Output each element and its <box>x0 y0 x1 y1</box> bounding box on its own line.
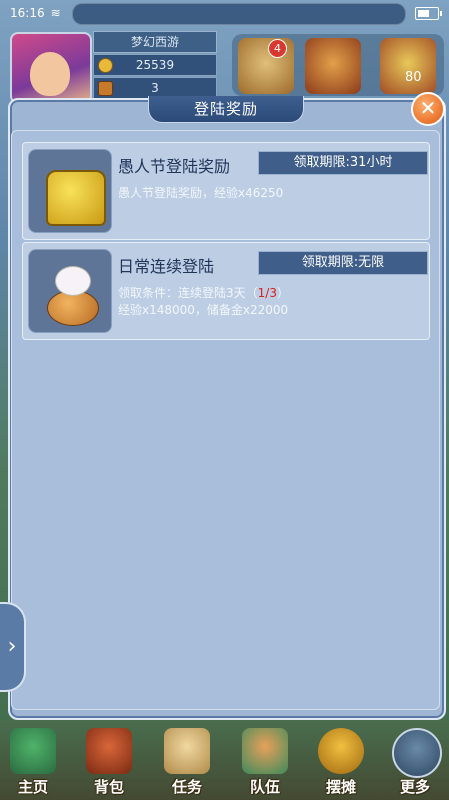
coin-stall-icon <box>318 728 364 774</box>
nav-label: 队伍 <box>249 778 280 796</box>
gold-chest-icon <box>46 170 106 226</box>
reward-deadline: 领取期限:无限 <box>258 251 428 275</box>
reward-icon-frame <box>28 249 112 333</box>
clock: 16:16 <box>10 6 45 20</box>
battery-icon <box>415 7 442 20</box>
nav-label: 任务 <box>171 778 202 796</box>
notification-badge: 4 <box>268 39 287 58</box>
gem-icon <box>98 81 113 96</box>
reward-card-april-fools[interactable]: 愚人节登陆奖励 领取期限:31小时 愚人节登陆奖励，经验x46250 <box>22 142 430 240</box>
more-icon <box>392 728 442 778</box>
gold-counter: 25539 <box>93 54 217 76</box>
reward-title: 日常连续登陆 <box>118 257 215 276</box>
gem-value: 3 <box>151 81 159 95</box>
login-progress: 1/3 <box>257 286 277 300</box>
nav-more[interactable]: 更多 <box>386 728 444 796</box>
nav-label: 主页 <box>17 778 48 796</box>
nav-label: 摆摊 <box>325 778 356 796</box>
backpack-chest-icon <box>86 728 132 774</box>
nav-team[interactable]: 队伍 <box>236 728 294 796</box>
wifi-icon: ≋ <box>50 6 61 20</box>
side-expand-arrow[interactable]: › <box>0 602 26 692</box>
reward-desc-line: 愚人节登陆奖励，经验x46250 <box>118 186 284 200</box>
reward-scroll-icon[interactable] <box>380 38 436 94</box>
player-avatar[interactable] <box>10 32 92 104</box>
nav-quests[interactable]: 任务 <box>158 728 216 796</box>
reward-desc-line: 经验x148000，储备金x22000 <box>118 303 289 317</box>
lucky-cat-icon <box>47 266 99 326</box>
pavilion-icon <box>10 728 56 774</box>
team-icon <box>242 728 288 774</box>
reward-condition-suffix: ） <box>276 286 289 300</box>
nav-backpack[interactable]: 背包 <box>80 728 138 796</box>
reward-description: 愚人节登陆奖励，经验x46250 <box>118 185 283 202</box>
player-level: 80 <box>405 70 422 85</box>
nav-stall[interactable]: 摆摊 <box>312 728 370 796</box>
coin-icon <box>98 58 113 73</box>
reward-description: 领取条件：连续登陆3天（1/3） 经验x148000，储备金x22000 <box>118 285 289 319</box>
reward-icon-frame <box>28 149 112 233</box>
reward-condition-prefix: 领取条件：连续登陆3天（ <box>118 286 258 300</box>
treasure-chest-icon[interactable] <box>305 38 361 94</box>
status-pill <box>72 3 406 25</box>
player-name: 梦幻西游 <box>93 31 217 53</box>
scroll-icon <box>164 728 210 774</box>
reward-title: 愚人节登陆奖励 <box>118 157 231 176</box>
nav-label: 更多 <box>399 778 430 796</box>
nav-label: 背包 <box>93 778 124 796</box>
dialog-title: 登陆奖励 <box>148 96 304 123</box>
bottom-nav-bar <box>0 720 449 800</box>
nav-home[interactable]: 主页 <box>4 728 62 796</box>
gold-value: 25539 <box>135 58 175 72</box>
status-bar: 16:16 ≋ <box>0 0 449 26</box>
close-button[interactable]: ✕ <box>411 92 445 126</box>
reward-card-daily-login[interactable]: 日常连续登陆 领取期限:无限 领取条件：连续登陆3天（1/3） 经验x14800… <box>22 242 430 340</box>
reward-deadline: 领取期限:31小时 <box>258 151 428 175</box>
